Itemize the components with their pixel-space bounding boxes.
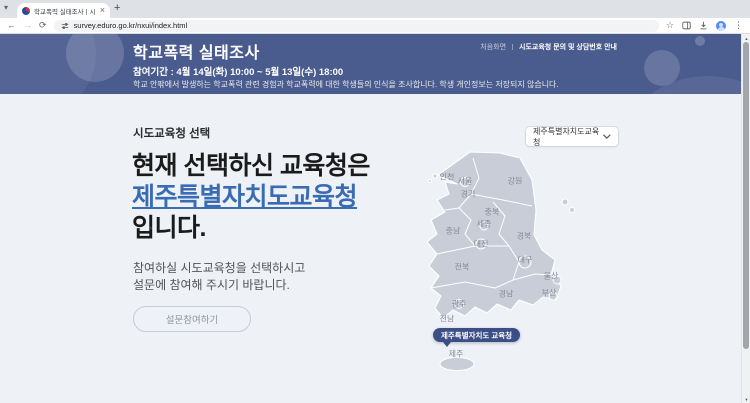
- headline-line3: 입니다.: [132, 213, 370, 244]
- page-header: 학교폭력 실태조사 참여기간 : 4월 14일(화) 10:00 ~ 5월 13…: [0, 34, 750, 94]
- browser-window: ▾ 학교폭력 실태조사ㅣ시도교육청 × + ← → ⟳ survey.eduro…: [0, 0, 750, 403]
- map-region-label-13[interactable]: 부산: [542, 288, 557, 299]
- nav-divider: [512, 44, 513, 50]
- map-region-label-11[interactable]: 울산: [544, 271, 559, 282]
- selection-headline: 현재 선택하신 교육청은 제주특별자치도교육청 입니다.: [132, 151, 370, 244]
- forward-icon[interactable]: →: [23, 21, 32, 30]
- map-region-label-3[interactable]: 경기: [461, 189, 476, 200]
- participate-button[interactable]: 설문참여하기: [133, 306, 251, 332]
- survey-page: 학교폭력 실태조사 참여기간 : 4월 14일(화) 10:00 ~ 5월 13…: [0, 34, 750, 403]
- tab-close-icon[interactable]: ×: [100, 6, 105, 15]
- map-region-label-16[interactable]: 제주: [449, 349, 464, 360]
- page-title: 학교폭력 실태조사: [133, 39, 260, 63]
- survey-description: 학교 안팎에서 발생하는 학교폭력 관련 경험과 학교폭력에 대한 학생들의 인…: [133, 79, 559, 90]
- headline-line1: 현재 선택하신 교육청은: [132, 151, 370, 182]
- home-link[interactable]: 처음화면: [480, 42, 506, 52]
- scroll-up-icon[interactable]: ▲: [742, 34, 750, 42]
- map-region-label-4[interactable]: 충북: [485, 207, 500, 218]
- map-region-label-1[interactable]: 서울: [458, 176, 473, 187]
- header-nav: 처음화면 시도교육청 문의 및 상담번호 안내: [480, 42, 617, 52]
- tab-search-icon[interactable]: ▾: [4, 3, 8, 12]
- selected-office-link[interactable]: 제주특별자치도교육청: [132, 183, 357, 211]
- back-icon[interactable]: ←: [7, 21, 16, 30]
- section-title: 시도교육청 선택: [133, 125, 210, 141]
- contact-link[interactable]: 시도교육청 문의 및 상담번호 안내: [519, 42, 617, 52]
- selected-region-tooltip[interactable]: 제주특별자치도 교육청: [433, 328, 520, 342]
- map-region-label-5[interactable]: 세종: [477, 219, 492, 230]
- decorative-circle: [608, 76, 750, 94]
- map-region-label-6[interactable]: 충남: [446, 226, 461, 237]
- map-region-label-15[interactable]: 전남: [440, 314, 455, 325]
- map-region-label-0[interactable]: 인천: [440, 172, 455, 183]
- tab-strip: ▾ 학교폭력 실태조사ㅣ시도교육청 × +: [0, 0, 750, 18]
- instruction-line2: 설문에 참여해 주시기 바랍니다.: [133, 277, 305, 294]
- korea-map[interactable]: [415, 150, 585, 390]
- profile-avatar[interactable]: [716, 21, 726, 31]
- menu-icon[interactable]: ⋮: [734, 21, 743, 30]
- site-settings-icon[interactable]: [61, 22, 69, 30]
- download-icon[interactable]: [699, 21, 708, 30]
- url-text: survey.eduro.go.kr/nxui/index.html: [74, 21, 188, 30]
- browser-tab[interactable]: 학교폭력 실태조사ㅣ시도교육청 ×: [17, 3, 110, 18]
- instruction-text: 참여하실 시도교육청을 선택하시고 설문에 참여해 주시기 바랍니다.: [133, 260, 305, 294]
- reload-icon[interactable]: ⟳: [39, 21, 47, 30]
- site-favicon-icon: [22, 7, 30, 15]
- map-region-label-14[interactable]: 광주: [452, 299, 467, 310]
- scrollbar-thumb[interactable]: [743, 42, 749, 349]
- instruction-line1: 참여하실 시도교육청을 선택하시고: [133, 260, 305, 277]
- scroll-down-icon[interactable]: ▼: [742, 395, 750, 403]
- map-region-label-8[interactable]: 대전: [474, 239, 489, 250]
- map-island-ulleung: [562, 199, 568, 205]
- map-region-label-9[interactable]: 대구: [518, 255, 533, 266]
- map-region-label-10[interactable]: 전북: [455, 262, 470, 273]
- map-region-label-7[interactable]: 경북: [517, 231, 532, 242]
- new-tab-button[interactable]: +: [114, 2, 120, 14]
- decorative-circle: [695, 36, 705, 46]
- survey-period: 참여기간 : 4월 14일(화) 10:00 ~ 5월 13일(수) 18:00: [133, 64, 343, 78]
- side-panel-icon[interactable]: [682, 21, 691, 30]
- chevron-down-icon: [603, 134, 611, 140]
- map-region-label-12[interactable]: 경남: [499, 289, 514, 300]
- toolbar-actions: ☆ ⋮: [666, 21, 743, 31]
- address-bar[interactable]: survey.eduro.go.kr/nxui/index.html: [54, 20, 659, 32]
- map-region-label-2[interactable]: 강원: [508, 176, 523, 187]
- tooltip-pointer: [443, 342, 451, 347]
- tab-title: 학교폭력 실태조사ㅣ시도교육청: [34, 6, 96, 16]
- browser-toolbar: ← → ⟳ survey.eduro.go.kr/nxui/index.html…: [0, 18, 750, 34]
- office-dropdown-value: 제주특별자치도교육청: [533, 126, 603, 148]
- office-dropdown[interactable]: 제주특별자치도교육청: [525, 126, 619, 147]
- bookmark-star-icon[interactable]: ☆: [666, 21, 674, 30]
- page-scrollbar[interactable]: ▲ ▼: [741, 34, 750, 403]
